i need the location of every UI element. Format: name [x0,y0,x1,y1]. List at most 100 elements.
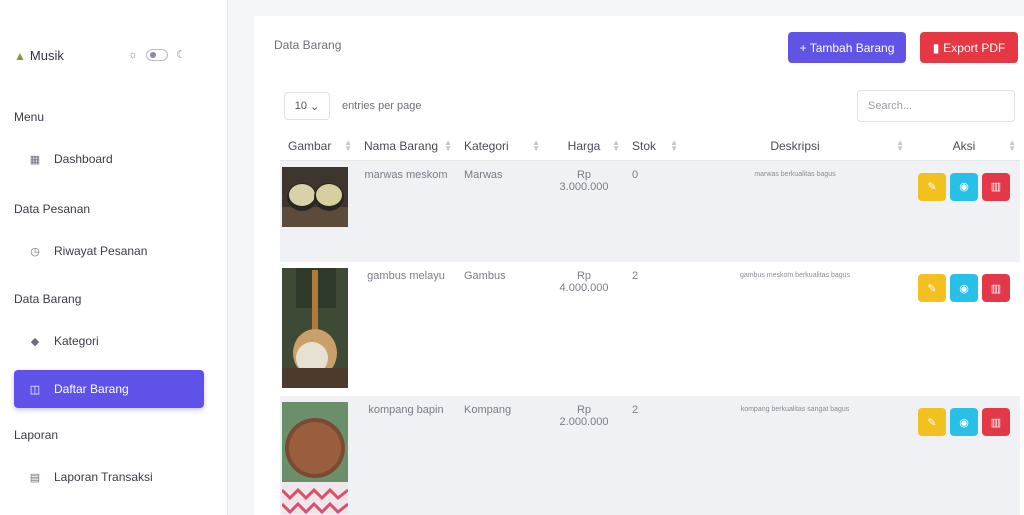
section-menu: Menu [14,110,45,124]
sidebar-item-label: Daftar Barang [54,382,129,396]
cell-kategori: Marwas [456,160,544,262]
sort-icon: ▲ ▼ [670,138,678,153]
cell-stok: 2 [624,396,682,515]
view-button[interactable]: ◉ [950,172,978,201]
sort-icon: ▲ ▼ [612,138,620,153]
grid-icon: ▦ [29,153,41,166]
sidebar-item-riwayat-pesanan[interactable]: ◷ Riwayat Pesanan [14,232,204,270]
edit-button[interactable]: ✎ [918,274,946,302]
col-deskripsi[interactable]: Deskripsi ▲ ▼ [682,132,908,161]
cell-nama: gambus melayu [367,270,445,282]
gambus-image [282,268,348,388]
brand-name: Musik [29,48,64,63]
sidebar-item-label: Dashboard [54,152,113,166]
main-panel: Data Barang + Tambah Barang ▮ Export PDF… [254,16,1024,515]
view-button[interactable]: ◉ [950,408,978,436]
delete-button[interactable]: ▥ [982,172,1010,201]
logo-icon: ▲ [14,48,26,63]
entries-value: 10 [294,100,308,112]
col-harga[interactable]: Harga ▲ ▼ [544,132,624,161]
view-button[interactable]: ◉ [950,274,978,302]
pencil-icon: ✎ [927,181,937,193]
entries-control: 10 ⌄ entries per page [284,92,422,120]
items-table: Gambar ▲ ▼ Nama Barang ▲ ▼ Kategori ▲ ▼ Harga ▲… [280,132,1020,515]
section-data-barang: Data Barang [14,292,82,306]
table-row: kompang bapin Kompang Rp 2.000.000 2 kom… [280,396,1020,515]
tag-icon: ◆ [30,335,40,348]
section-data-pesanan: Data Pesanan [14,202,91,216]
sidebar-item-label: Kategori [54,334,99,348]
kompang-image [282,402,348,514]
moon-icon: ☾ [176,49,186,61]
history-icon: ◷ [30,245,40,258]
pencil-icon: ✎ [927,416,937,429]
chevron-down-icon: ⌄ [310,100,320,113]
sidebar-item-dashboard[interactable]: ▦ Dashboard [14,140,204,178]
col-aksi[interactable]: Aksi ▲ ▼ [908,132,1020,161]
sidebar: ▲ Musik ☼ ☾ Menu ▦ Dashboard Data Pesana… [0,0,228,515]
section-laporan: Laporan [14,428,59,442]
theme-toggle[interactable] [146,48,169,61]
cell-deskripsi: gambus meskom berkualitas bagus [739,272,851,279]
sort-icon: ▲ ▼ [444,138,452,153]
export-pdf-label: Export PDF [943,40,1006,55]
sidebar-item-label: Laporan Transaksi [54,470,153,484]
cell-deskripsi: kompang berkualitas sangat bagus [682,396,908,515]
edit-button[interactable]: ✎ [918,408,946,436]
box-icon: ◫ [29,383,41,396]
cell-aksi: ✎ ◉ ▥ [908,396,1020,515]
file-icon: ▮ [932,40,940,55]
sort-icon: ▲ ▼ [532,138,540,153]
table-header-row: Gambar ▲ ▼ Nama Barang ▲ ▼ Kategori ▲ ▼ Harga ▲… [280,132,1020,161]
trash-icon: ▥ [990,181,1002,193]
export-pdf-button[interactable]: ▮ Export PDF [920,32,1018,63]
trash-icon: ▥ [990,282,1002,295]
sidebar-item-label: Riwayat Pesanan [54,244,148,258]
cell-kategori: Kompang [456,396,544,515]
cell-harga: Rp 3.000.000 [544,160,624,262]
cell-nama: kompang bapin [356,396,456,515]
sidebar-item-daftar-barang[interactable]: ◫ Daftar Barang [14,370,204,408]
add-item-button[interactable]: + Tambah Barang [788,32,906,63]
cell-stok: 2 [632,270,639,282]
eye-icon: ◉ [959,416,969,429]
brand[interactable]: ▲ Musik [14,48,64,63]
cell-aksi: ✎ ◉ ▥ [908,160,1020,262]
entries-select[interactable]: 10 ⌄ [284,92,330,120]
cell-gambar [280,396,356,515]
entries-label: entries per page [342,100,422,112]
sort-icon: ▲ ▼ [1008,138,1016,153]
table-row: gambus melayu Gambus Rp 4.000.000 2 gamb… [280,262,1020,396]
page-title: Data Barang [274,38,342,52]
eye-icon: ◉ [959,181,969,193]
cell-harga: Rp 2.000.000 [544,396,624,515]
trash-icon: ▥ [990,416,1002,429]
col-kategori[interactable]: Kategori ▲ ▼ [456,132,544,161]
sun-icon: ☼ [128,48,139,61]
table-row: marwas meskom Marwas Rp 3.000.000 0 marw… [280,160,1020,262]
col-gambar[interactable]: Gambar ▲ ▼ [280,132,356,161]
search-input[interactable] [857,90,1015,122]
marwas-image [282,166,348,227]
col-nama-barang[interactable]: Nama Barang ▲ ▼ [356,132,456,161]
cell-kategori: Gambus [464,270,506,282]
cell-gambar [280,160,356,262]
cell-harga: Rp 4.000.000 [559,270,609,294]
sidebar-item-kategori[interactable]: ◆ Kategori [14,322,204,360]
cell-aksi: ✎ ◉ ▥ [908,262,1020,396]
sort-icon: ▲ ▼ [344,138,352,153]
cell-nama: marwas meskom [356,160,456,262]
delete-button[interactable]: ▥ [982,274,1010,302]
cell-deskripsi: marwas berkualitas bagus [682,160,908,262]
sort-icon: ▲ ▼ [896,138,904,153]
pencil-icon: ✎ [927,282,937,295]
col-stok[interactable]: Stok ▲ ▼ [624,132,682,161]
cell-stok: 0 [624,160,682,262]
edit-button[interactable]: ✎ [918,172,946,201]
sidebar-top-icons: ☼ ☾ [128,48,186,61]
cell-gambar [280,262,356,396]
report-icon: ▤ [29,471,41,484]
eye-icon: ◉ [959,282,969,295]
sidebar-item-laporan-transaksi[interactable]: ▤ Laporan Transaksi [14,458,204,496]
delete-button[interactable]: ▥ [982,408,1010,436]
